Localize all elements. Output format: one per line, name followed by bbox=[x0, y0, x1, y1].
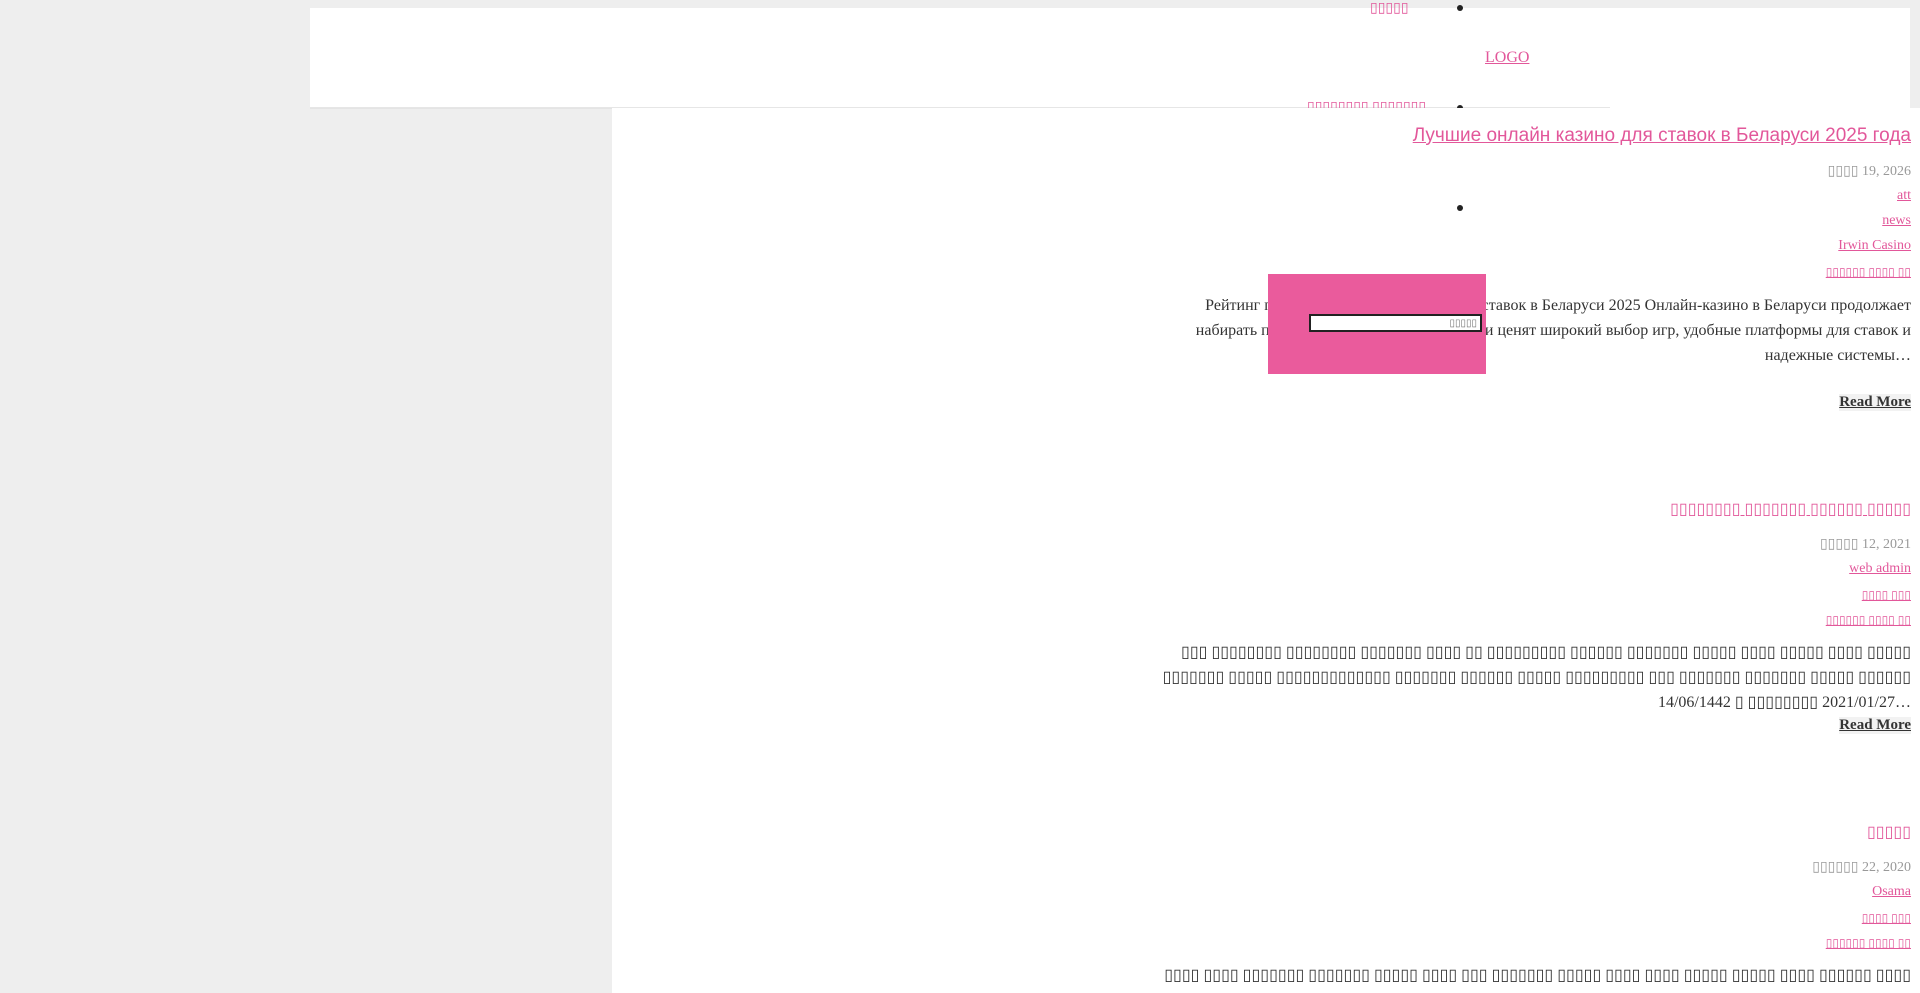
post-category-link[interactable]: ▯▯▯▯ ▯▯▯ bbox=[1862, 911, 1911, 926]
post-author-link[interactable]: web admin bbox=[1849, 561, 1911, 577]
nav-bullet bbox=[1457, 5, 1463, 11]
post-comments-link[interactable]: ▯▯▯▯▯▯ ▯▯▯▯ ▯▯ bbox=[1826, 613, 1911, 628]
post-excerpt: Рейтинг популярных онлайн казино для ста… bbox=[1195, 297, 1911, 364]
post-author-link[interactable]: Osama bbox=[1872, 884, 1911, 900]
search-widget bbox=[1268, 274, 1486, 374]
read-more-link[interactable]: Read More bbox=[1839, 394, 1911, 411]
site-header bbox=[310, 8, 1910, 109]
post-title[interactable]: ▯▯▯▯▯ bbox=[1867, 822, 1911, 842]
post-excerpt: ▯▯▯ ▯▯▯▯▯▯▯▯ ▯▯▯▯▯▯▯▯ ▯▯▯▯▯▯▯ ▯▯▯▯ ▯▯ ▯▯… bbox=[1162, 644, 1911, 711]
post-date: ▯▯▯▯ 19, 2026 bbox=[1827, 164, 1911, 179]
post-comments-link[interactable]: ▯▯▯▯▯▯ ▯▯▯▯ ▯▯ bbox=[1826, 936, 1911, 951]
main-content: Лучшие онлайн казино для ставок в Белару… bbox=[612, 108, 1920, 993]
post-title[interactable]: ▯▯▯▯▯▯▯▯ ▯▯▯▯▯▯▯ ▯▯▯▯▯▯ ▯▯▯▯▯ bbox=[1670, 499, 1911, 519]
post-title[interactable]: Лучшие онлайн казино для ставок в Белару… bbox=[1413, 125, 1911, 147]
logo-link[interactable]: LOGO bbox=[1485, 49, 1529, 67]
read-more-link[interactable]: Read More bbox=[1839, 717, 1911, 734]
post-excerpt: ▯▯▯▯ ▯▯▯▯ ▯▯▯▯▯▯▯ ▯▯▯▯▯▯▯ ▯▯▯▯▯ ▯▯▯▯ ▯▯▯… bbox=[1164, 967, 1911, 984]
post-author-link[interactable]: att bbox=[1897, 188, 1911, 204]
nav-link-top[interactable]: ▯▯▯▯▯ bbox=[1370, 0, 1409, 17]
list-bullet bbox=[1457, 205, 1463, 211]
post-comments-link[interactable]: ▯▯▯▯▯▯ ▯▯▯▯ ▯▯ bbox=[1826, 265, 1911, 280]
search-input[interactable] bbox=[1309, 314, 1482, 332]
post-date: ▯▯▯▯▯▯ 22, 2020 bbox=[1812, 860, 1911, 875]
post-category-link[interactable]: news bbox=[1882, 213, 1911, 229]
post-tag-link[interactable]: Irwin Casino bbox=[1838, 238, 1911, 254]
post-category-link[interactable]: ▯▯▯▯ ▯▯▯ bbox=[1862, 588, 1911, 603]
post-date: ▯▯▯▯▯ 12, 2021 bbox=[1819, 537, 1911, 552]
